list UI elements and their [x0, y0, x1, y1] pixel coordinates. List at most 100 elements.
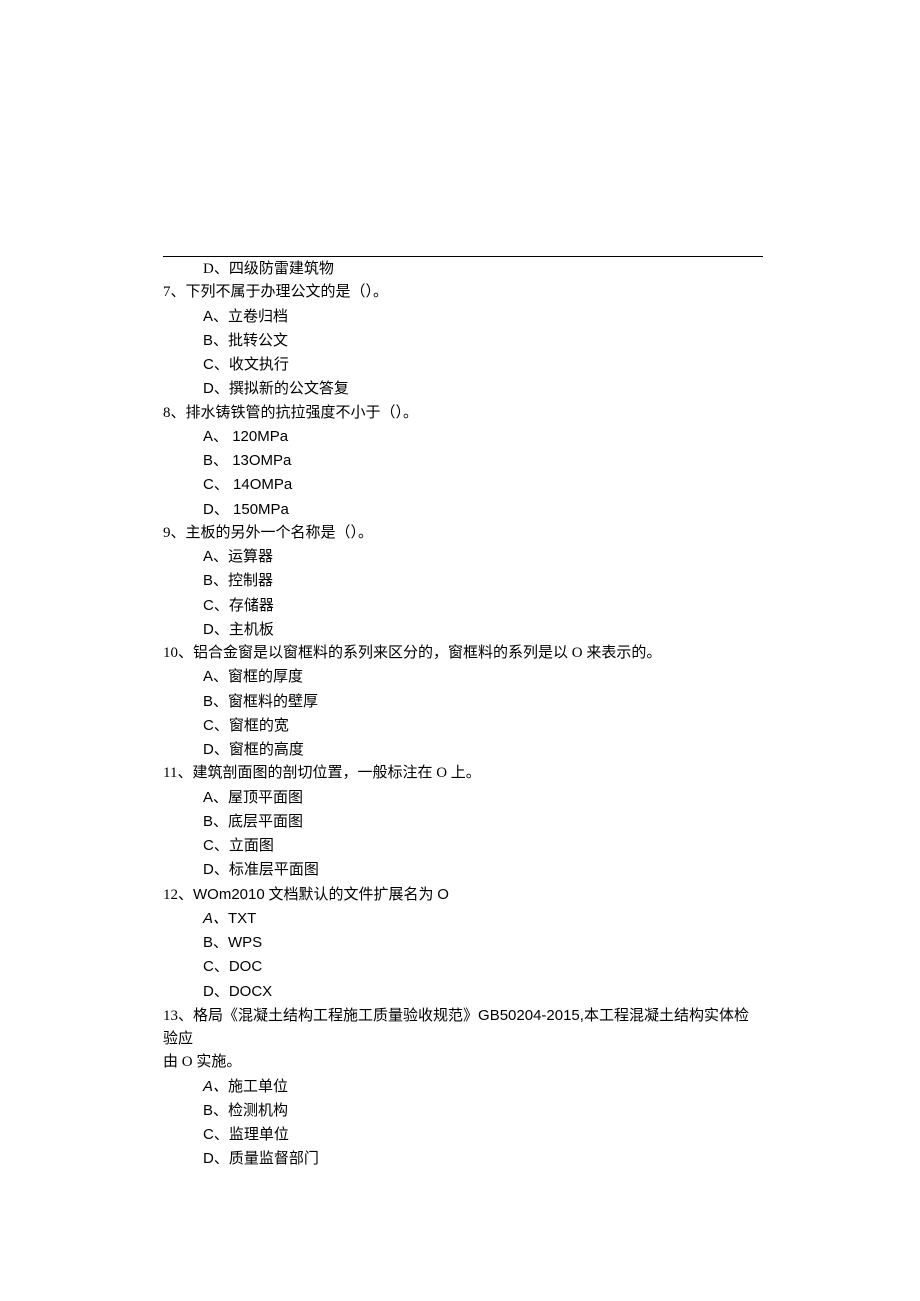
question-stem: 下列不属于办理公文的是（）。 [186, 284, 389, 300]
option-label: C、 [203, 476, 233, 493]
q8-option-d: D、 150MPa [163, 498, 763, 522]
option-text: 质量监督部门 [229, 1151, 319, 1167]
question-number: 9、 [163, 525, 186, 541]
document-page: D、四级防雷建筑物 7、下列不属于办理公文的是（）。 A、立卷归档 B、批转公文… [0, 0, 920, 1301]
question-number: 8、 [163, 405, 186, 421]
top-rule [163, 256, 763, 257]
option-label: C、 [203, 1126, 229, 1143]
option-label: A、 [203, 910, 228, 927]
question-stem-part2: GB50204-2015, [478, 1007, 584, 1024]
option-label: C、 [203, 958, 229, 975]
option-text: 14OMPa [233, 476, 292, 493]
option-label: A、 [203, 428, 232, 445]
q12-option-b: B、WPS [163, 931, 763, 955]
question-number: 11、 [163, 765, 192, 781]
q12-option-c: C、DOC [163, 955, 763, 979]
question-11: 11、建筑剖面图的剖切位置，一般标注在 O 上。 [163, 762, 763, 785]
option-text: 施工单位 [228, 1079, 288, 1095]
question-stem: 排水铸铁管的抗拉强度不小于（）。 [186, 405, 419, 421]
q10-option-b: B、窗框料的壁厚 [163, 690, 763, 714]
option-text: 批转公文 [228, 333, 288, 349]
q9-option-a: A、运算器 [163, 545, 763, 569]
q11-option-a: A、屋顶平面图 [163, 786, 763, 810]
question-stem-part2: 文档默认的文件扩展名为 [265, 887, 438, 903]
q8-option-c: C、 14OMPa [163, 473, 763, 497]
option-text: 存储器 [229, 598, 274, 614]
option-text: 运算器 [228, 549, 273, 565]
option-text: 150MPa [233, 501, 289, 518]
question-10: 10、铝合金窗是以窗框料的系列来区分的，窗框料的系列是以 O 来表示的。 [163, 642, 763, 665]
q9-option-d: D、主机板 [163, 618, 763, 642]
question-8: 8、排水铸铁管的抗拉强度不小于（）。 [163, 402, 763, 425]
option-text: 窗框的宽 [229, 718, 289, 734]
option-label: D、 [203, 621, 229, 638]
option-label: B、 [203, 1102, 228, 1119]
option-label: B、 [203, 572, 228, 589]
content-area: D、四级防雷建筑物 7、下列不属于办理公文的是（）。 A、立卷归档 B、批转公文… [163, 258, 763, 1172]
option-label: C、 [203, 717, 229, 734]
q7-option-b: B、批转公文 [163, 329, 763, 353]
option-text: WPS [228, 934, 262, 951]
option-label: B、 [203, 332, 228, 349]
question-7: 7、下列不属于办理公文的是（）。 [163, 281, 763, 304]
question-stem-part1: WOm2010 [193, 886, 265, 903]
option-label: B、 [203, 693, 228, 710]
q10-option-d: D、窗框的高度 [163, 738, 763, 762]
q11-option-d: D、标准层平面图 [163, 858, 763, 882]
question-12: 12、WOm2010 文档默认的文件扩展名为 O [163, 883, 763, 907]
option-label: D、 [203, 983, 229, 1000]
question-number: 12、 [163, 887, 193, 903]
option-text: 底层平面图 [228, 814, 303, 830]
option-text: 窗框的高度 [229, 742, 304, 758]
q9-option-c: C、存储器 [163, 594, 763, 618]
option-text: 13OMPa [232, 452, 291, 469]
option-text: 主机板 [229, 622, 274, 638]
option-text: DOCX [229, 983, 272, 1000]
option-label: A、 [203, 789, 228, 806]
option-label: D、 [203, 861, 229, 878]
option-text: D、四级防雷建筑物 [203, 261, 334, 277]
option-text: 窗框的厚度 [228, 669, 303, 685]
question-number: 13、 [163, 1008, 193, 1024]
option-text: TXT [228, 910, 256, 927]
q9-option-b: B、控制器 [163, 569, 763, 593]
option-text: 撰拟新的公文答复 [229, 381, 349, 397]
option-label: C、 [203, 837, 229, 854]
option-text: 立面图 [229, 838, 274, 854]
option-text: 120MPa [232, 428, 288, 445]
q8-option-b: B、 13OMPa [163, 449, 763, 473]
question-13: 13、格局《混凝土结构工程施工质量验收规范》GB50204-2015,本工程混凝… [163, 1004, 763, 1052]
option-text: 屋顶平面图 [228, 790, 303, 806]
q13-option-c: C、监理单位 [163, 1123, 763, 1147]
q10-option-c: C、窗框的宽 [163, 714, 763, 738]
q7-option-a: A、立卷归档 [163, 305, 763, 329]
question-stem: 建筑剖面图的剖切位置，一般标注在 O 上。 [192, 765, 480, 781]
option-label: D、 [203, 1150, 229, 1167]
question-stem-line2: 由 O 实施。 [163, 1054, 241, 1070]
question-13-line2: 由 O 实施。 [163, 1051, 763, 1074]
q7-option-c: C、收文执行 [163, 353, 763, 377]
q13-option-d: D、质量监督部门 [163, 1147, 763, 1171]
question-stem: 铝合金窗是以窗框料的系列来区分的，窗框料的系列是以 O 来表示的。 [193, 645, 661, 661]
question-number: 7、 [163, 284, 186, 300]
option-label: B、 [203, 452, 232, 469]
option-label: B、 [203, 934, 228, 951]
q13-option-b: B、检测机构 [163, 1099, 763, 1123]
option-text: 收文执行 [229, 357, 289, 373]
option-label: B、 [203, 813, 228, 830]
option-label: A、 [203, 308, 228, 325]
q12-option-d: D、DOCX [163, 980, 763, 1004]
option-text: 标准层平面图 [229, 862, 319, 878]
q11-option-c: C、立面图 [163, 834, 763, 858]
option-label: D、 [203, 501, 233, 518]
option-label: C、 [203, 356, 229, 373]
option-label: C、 [203, 597, 229, 614]
q8-option-a: A、 120MPa [163, 425, 763, 449]
option-text: 检测机构 [228, 1103, 288, 1119]
option-label: A、 [203, 548, 228, 565]
question-number: 10、 [163, 645, 193, 661]
option-text: 控制器 [228, 573, 273, 589]
option-label: D、 [203, 380, 229, 397]
question-9: 9、主板的另外一个名称是（）。 [163, 522, 763, 545]
option-text: 监理单位 [229, 1127, 289, 1143]
